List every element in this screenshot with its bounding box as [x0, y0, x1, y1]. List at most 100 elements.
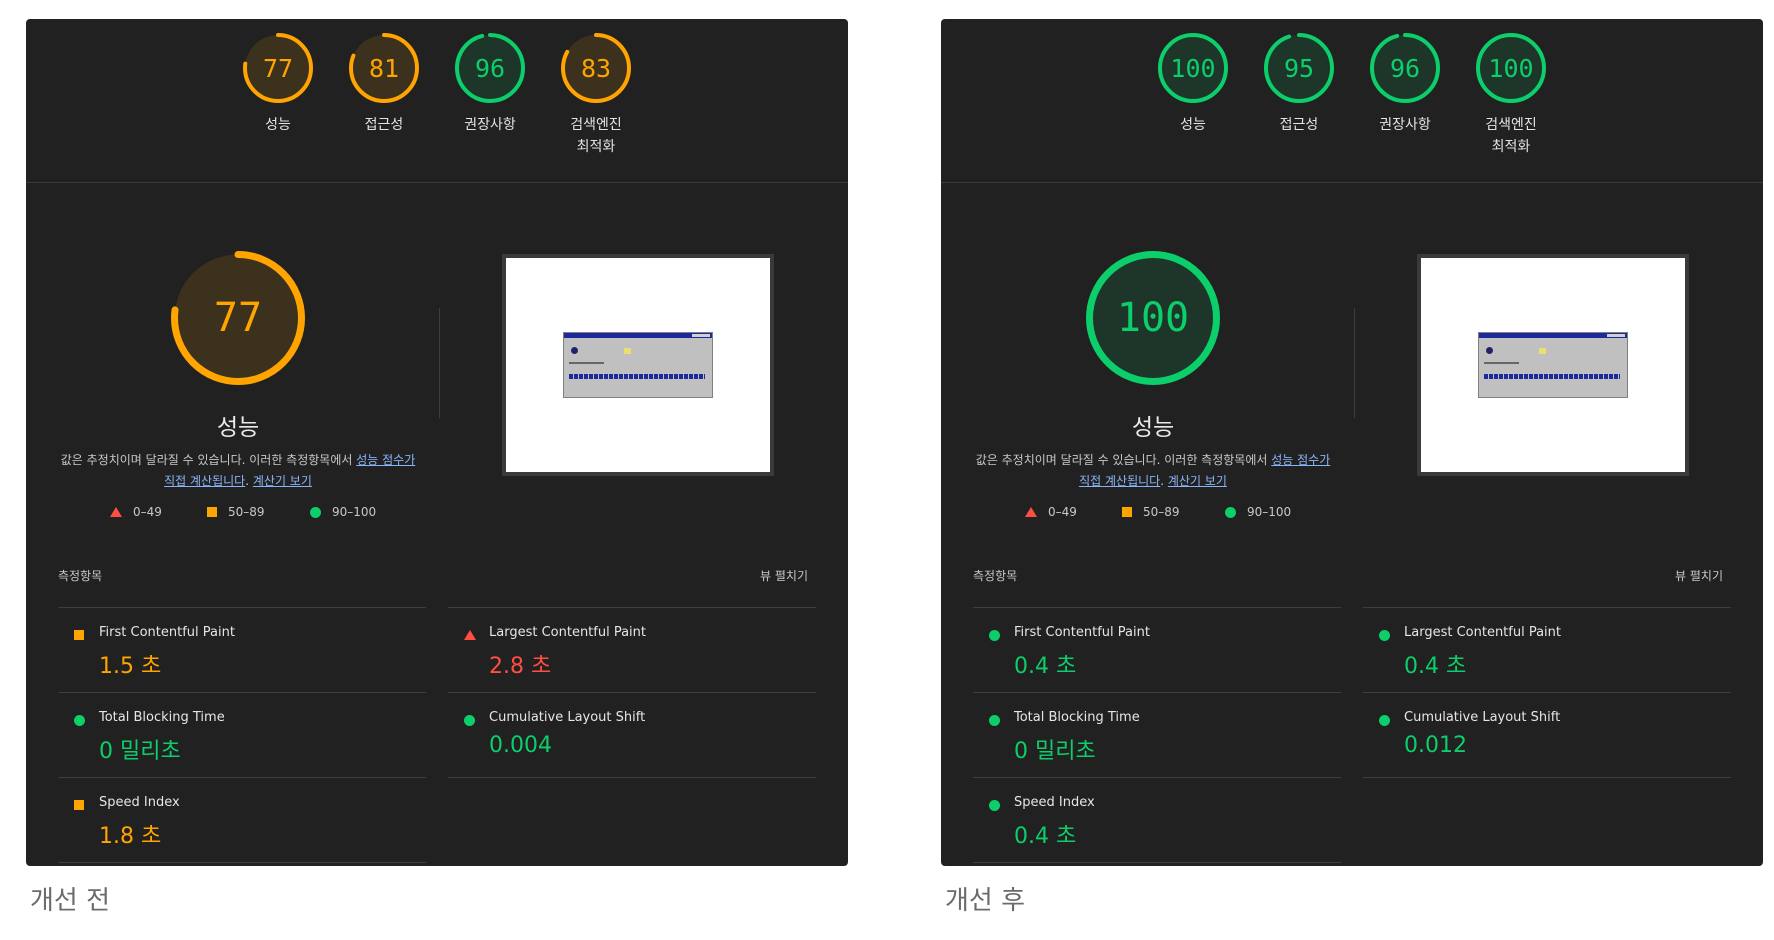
description-text: 값은 추정치이며 달라질 수 있습니다. 이러한 측정항목에서 [975, 453, 1272, 467]
performance-gauge: 100 [1086, 251, 1220, 385]
metric-name: Cumulative Layout Shift [489, 710, 646, 725]
metric-fcp: First Contentful Paint 0.4 초 [973, 607, 1341, 692]
category-label: 접근성 [1279, 117, 1319, 133]
screenshot-dialog-image [563, 332, 713, 398]
legend-average: 50–89 [207, 505, 265, 519]
metric-name: Largest Contentful Paint [1404, 625, 1562, 640]
metric-name: First Contentful Paint [1014, 625, 1150, 640]
performance-description: 값은 추정치이며 달라질 수 있습니다. 이러한 측정항목에서 성능 점수가 직… [56, 450, 420, 492]
circle-icon [989, 800, 1000, 811]
score-gauge: 83 [561, 33, 631, 103]
score-legend: 0–49 50–89 90–100 [92, 505, 392, 525]
metric-lcp: Largest Contentful Paint 2.8 초 [448, 607, 816, 692]
score-value: 100 [1170, 53, 1216, 83]
performance-description: 값은 추정치이며 달라질 수 있습니다. 이러한 측정항목에서 성능 점수가 직… [971, 450, 1335, 492]
score-gauge: 95 [1264, 33, 1334, 103]
category-accessibility[interactable]: 81 접근성 [349, 33, 419, 158]
metric-name: Speed Index [1014, 795, 1095, 810]
category-accessibility[interactable]: 95 접근성 [1264, 33, 1334, 158]
metric-name: Total Blocking Time [99, 710, 225, 725]
metric-value: 0 밀리초 [1014, 739, 1096, 764]
category-best-practices[interactable]: 96 권장사항 [1370, 33, 1440, 158]
score-value: 81 [368, 53, 400, 83]
final-screenshot[interactable] [502, 254, 774, 476]
category-gauges: 77 성능 81 접근성 96 권장사항 83 검색엔진 최적화 [26, 33, 848, 158]
metric-lcp: Largest Contentful Paint 0.4 초 [1363, 607, 1731, 692]
legend-fail-label: 0–49 [133, 505, 162, 519]
square-icon [74, 630, 84, 640]
metrics-header: 측정항목 뷰 펼치기 [58, 567, 808, 584]
category-label: 검색엔진 최적화 [1485, 117, 1537, 155]
performance-score: 100 [1116, 295, 1190, 341]
legend-fail: 0–49 [1025, 505, 1077, 519]
score-gauge: 77 [243, 33, 313, 103]
score-value: 96 [474, 53, 506, 83]
category-performance[interactable]: 77 성능 [243, 33, 313, 158]
category-seo[interactable]: 100 검색엔진 최적화 [1476, 33, 1546, 158]
expand-view-toggle[interactable]: 뷰 펼치기 [1675, 567, 1723, 584]
metric-fcp: First Contentful Paint 1.5 초 [58, 607, 426, 692]
score-value: 100 [1488, 53, 1534, 83]
square-icon [207, 507, 217, 517]
category-label: 성능 [265, 117, 291, 133]
metric-value: 1.5 초 [99, 654, 162, 679]
category-summary: 100 성능 95 접근성 96 권장사항 100 검색엔진 최적화 [941, 19, 1763, 183]
category-label: 검색엔진 최적화 [570, 117, 622, 155]
metric-name: Speed Index [99, 795, 180, 810]
metric-value: 0.012 [1404, 733, 1467, 758]
calculator-link[interactable]: 계산기 보기 [253, 474, 312, 488]
score-value: 96 [1389, 53, 1421, 83]
metric-cls: Cumulative Layout Shift 0.004 [448, 692, 816, 778]
score-value: 83 [580, 53, 612, 83]
performance-gauge: 77 [171, 251, 305, 385]
score-gauge: 96 [455, 33, 525, 103]
metric-si: Speed Index 1.8 초 [58, 777, 426, 863]
metric-cls: Cumulative Layout Shift 0.012 [1363, 692, 1731, 778]
description-separator: . [1160, 474, 1168, 488]
performance-title: 성능 [1131, 415, 1175, 441]
expand-view-toggle[interactable]: 뷰 펼치기 [760, 567, 808, 584]
legend-pass-label: 90–100 [332, 505, 377, 519]
score-legend: 0–49 50–89 90–100 [1007, 505, 1307, 525]
metric-tbt: Total Blocking Time 0 밀리초 [58, 692, 426, 777]
metric-name: Largest Contentful Paint [489, 625, 647, 640]
score-gauge: 96 [1370, 33, 1440, 103]
category-seo[interactable]: 83 검색엔진 최적화 [561, 33, 631, 158]
triangle-icon [1025, 507, 1037, 517]
circle-icon [1379, 715, 1390, 726]
legend-pass-label: 90–100 [1247, 505, 1292, 519]
performance-section: 100 성능 값은 추정치이며 달라질 수 있습니다. 이러한 측정항목에서 성… [941, 182, 1763, 866]
score-value: 77 [262, 53, 294, 83]
final-screenshot[interactable] [1417, 254, 1689, 476]
category-gauges: 100 성능 95 접근성 96 권장사항 100 검색엔진 최적화 [941, 33, 1763, 158]
legend-fail: 0–49 [110, 505, 162, 519]
metric-value: 0.004 [489, 733, 552, 758]
square-icon [1122, 507, 1132, 517]
score-gauge: 100 [1476, 33, 1546, 103]
triangle-icon [464, 630, 476, 640]
category-best-practices[interactable]: 96 권장사항 [455, 33, 525, 158]
circle-icon [989, 715, 1000, 726]
category-label: 성능 [1180, 117, 1206, 133]
performance-section: 77 성능 값은 추정치이며 달라질 수 있습니다. 이러한 측정항목에서 성능… [26, 182, 848, 866]
circle-icon [74, 715, 85, 726]
triangle-icon [110, 507, 122, 517]
calculator-link[interactable]: 계산기 보기 [1168, 474, 1227, 488]
metric-tbt: Total Blocking Time 0 밀리초 [973, 692, 1341, 777]
score-gauge: 100 [1158, 33, 1228, 103]
caption-before: 개선 전 [30, 886, 111, 916]
score-gauge: 81 [349, 33, 419, 103]
description-text: 값은 추정치이며 달라질 수 있습니다. 이러한 측정항목에서 [60, 453, 357, 467]
circle-icon [1379, 630, 1390, 641]
square-icon [74, 800, 84, 810]
category-performance[interactable]: 100 성능 [1158, 33, 1228, 158]
report-panel-before: 77 성능 81 접근성 96 권장사항 83 검색엔진 최적화 77 성능 값… [26, 19, 848, 866]
legend-pass: 90–100 [1225, 505, 1291, 519]
category-summary: 77 성능 81 접근성 96 권장사항 83 검색엔진 최적화 [26, 19, 848, 183]
screenshot-dialog-image [1478, 332, 1628, 398]
metric-value: 0 밀리초 [99, 739, 181, 764]
circle-icon [464, 715, 475, 726]
legend-average-label: 50–89 [1143, 505, 1180, 519]
circle-icon [1225, 506, 1236, 518]
metric-si: Speed Index 0.4 초 [973, 777, 1341, 863]
